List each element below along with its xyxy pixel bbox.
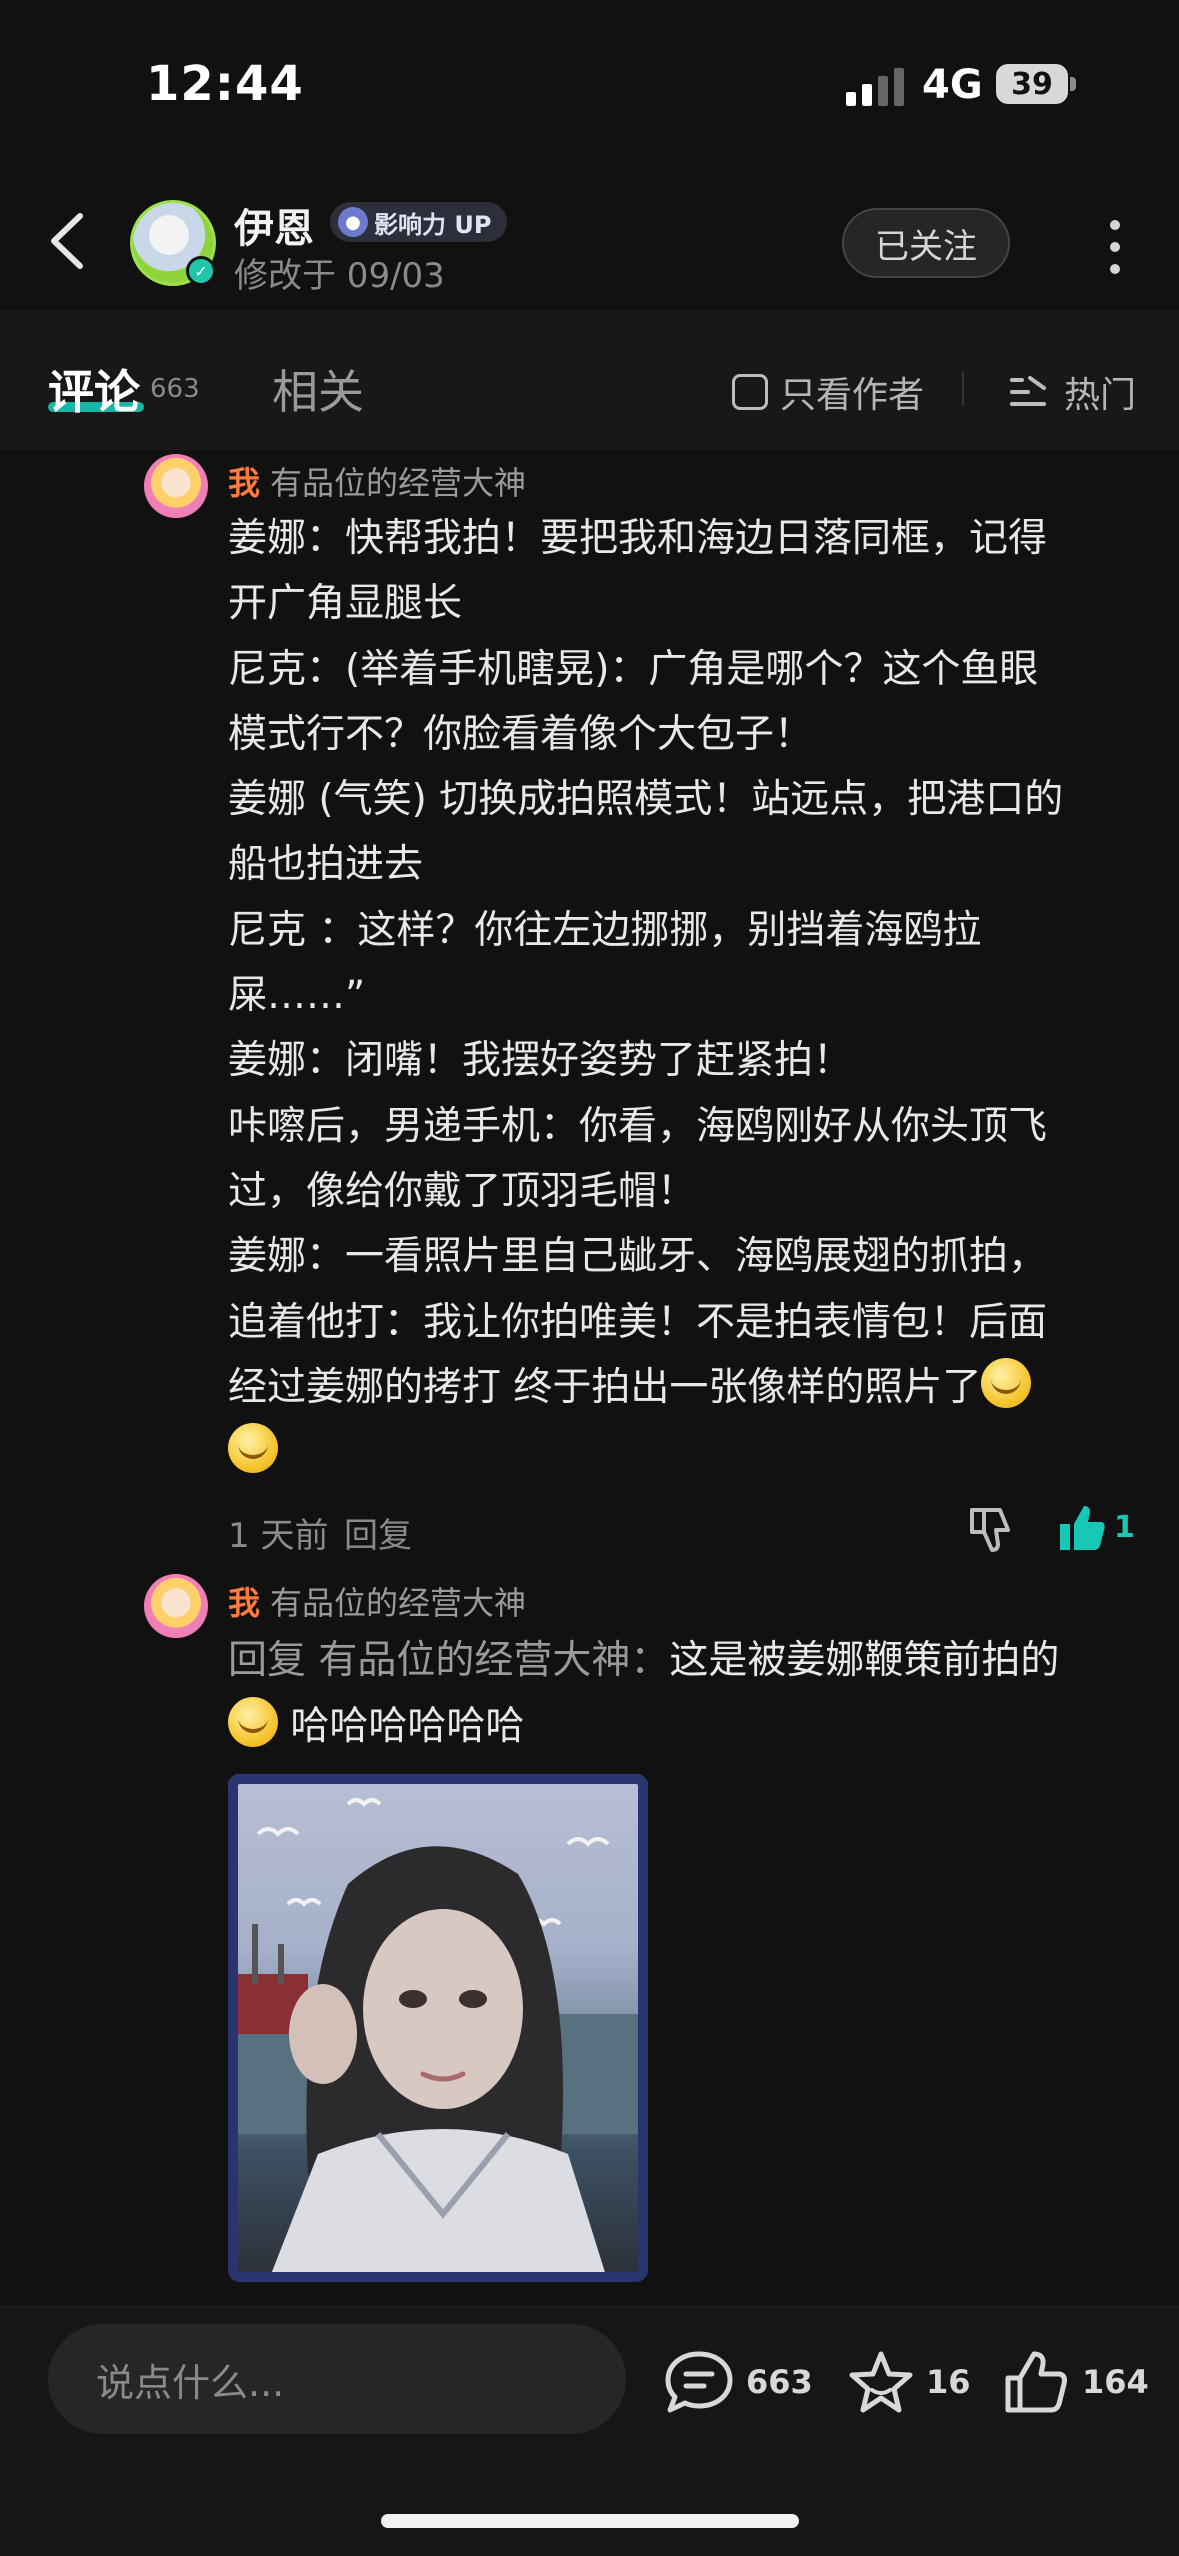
attached-photo[interactable] bbox=[228, 1774, 648, 2282]
checkbox-icon[interactable] bbox=[732, 374, 768, 410]
comment-count: 663 bbox=[746, 2363, 813, 2401]
status-time: 12:44 bbox=[146, 56, 304, 112]
battery-indicator: 39 bbox=[996, 64, 1076, 104]
like-total-count: 164 bbox=[1082, 2363, 1149, 2401]
comment-line: 姜娜 (气笑) 切换成拍照模式！站远点，把港口的 bbox=[228, 777, 1064, 823]
badge-label: 影响力 UP bbox=[374, 210, 492, 239]
comment-line: 经过姜娜的拷打 终于拍出一张像样的照片了 bbox=[228, 1364, 982, 1410]
thumb-up-icon bbox=[1005, 2351, 1067, 2413]
edit-time: 修改于 09/03 bbox=[234, 256, 445, 296]
influence-badge: ● 影响力 UP bbox=[330, 202, 508, 242]
author-name[interactable]: 伊恩 bbox=[234, 196, 314, 254]
comment-line: 尼克：(举着手机瞎晃)：广角是哪个？这个鱼眼 bbox=[228, 646, 1039, 692]
comment-time: 1 天前 bbox=[228, 1516, 329, 1556]
tab-comments[interactable]: 评论 bbox=[48, 356, 140, 422]
me-tag: 我 bbox=[228, 1584, 261, 1622]
star-icon bbox=[849, 2351, 913, 2413]
dislike-icon[interactable] bbox=[966, 1504, 1016, 1554]
sort-button[interactable]: 热门 bbox=[1008, 366, 1136, 418]
reply-line: 哈哈哈哈哈哈 bbox=[290, 1704, 525, 1749]
comment-header: 我 有品位的经营大神 bbox=[228, 1578, 526, 1624]
follow-button[interactable]: 已关注 bbox=[842, 208, 1010, 278]
tab-related[interactable]: 相关 bbox=[272, 356, 364, 422]
comment-line: 姜娜：一看照片里自己龇牙、海鸥展翅的抓拍， bbox=[228, 1234, 1048, 1280]
smirk-emoji-icon bbox=[228, 1697, 278, 1747]
sort-hot-icon bbox=[1010, 376, 1046, 406]
commenter-avatar[interactable] bbox=[144, 1574, 208, 1638]
divider bbox=[962, 372, 964, 406]
like-icon[interactable] bbox=[1056, 1502, 1108, 1554]
comment-icon bbox=[665, 2351, 733, 2413]
comment-line: 姜娜：快帮我拍！要把我和海边日落同框，记得 bbox=[228, 516, 1048, 561]
reply-prefix: 回复 有品位的经营大神： bbox=[228, 1638, 670, 1683]
smirk-emoji-icon bbox=[981, 1357, 1032, 1408]
favorite-count: 16 bbox=[926, 2363, 971, 2401]
more-icon[interactable] bbox=[1100, 214, 1130, 274]
comment-line: 姜娜：闭嘴！我摆好姿势了赶紧拍！ bbox=[228, 1038, 853, 1084]
comment-line: 模式行不？你脸看着像个大包子！ bbox=[228, 711, 814, 757]
like-button[interactable]: 164 bbox=[1004, 2350, 1149, 2414]
comment-line: 尼克 ：这样？你往左边挪挪，别挡着海鸥拉 bbox=[228, 907, 982, 953]
only-author-label: 只看作者 bbox=[780, 375, 925, 416]
favorite-button[interactable]: 16 bbox=[848, 2350, 971, 2414]
comment-input[interactable]: 说点什么... bbox=[48, 2324, 626, 2434]
reply-button[interactable]: 回复 bbox=[344, 1508, 412, 1557]
reply-line: 这是被姜娜鞭策前拍的 bbox=[669, 1638, 1060, 1683]
only-author-toggle[interactable]: 只看作者 bbox=[732, 366, 924, 418]
sort-label: 热门 bbox=[1064, 375, 1137, 416]
comment-button[interactable]: 663 bbox=[664, 2350, 813, 2414]
person-icon: ● bbox=[338, 207, 368, 237]
like-count: 1 bbox=[1114, 1510, 1135, 1545]
battery-level: 39 bbox=[996, 64, 1068, 104]
reply-text[interactable]: 回复 有品位的经营大神：这是被姜娜鞭策前拍的 哈哈哈哈哈哈 bbox=[228, 1628, 1148, 1760]
comment-username[interactable]: 有品位的经营大神 bbox=[270, 458, 526, 504]
verified-icon: ✓ bbox=[186, 256, 216, 286]
home-indicator[interactable] bbox=[381, 2514, 799, 2528]
smirk-emoji-icon bbox=[228, 1423, 278, 1474]
comment-line: 过，像给你戴了顶羽毛帽！ bbox=[228, 1168, 697, 1214]
comment-line: 屎……” bbox=[228, 973, 366, 1019]
signal-icon bbox=[846, 68, 904, 106]
comment-line: 追着他打：我让你拍唯美！不是拍表情包！后面 bbox=[228, 1299, 1048, 1345]
me-tag: 我 bbox=[228, 464, 261, 502]
comment-username[interactable]: 有品位的经营大神 bbox=[270, 1578, 526, 1624]
comment-header: 我 有品位的经营大神 bbox=[228, 458, 526, 504]
tab-comments-count: 663 bbox=[150, 374, 200, 404]
comment-text[interactable]: 姜娜：快帮我拍！要把我和海边日落同框，记得 开广角显腿长 尼克：(举着手机瞎晃)… bbox=[228, 506, 1128, 1485]
network-label: 4G bbox=[922, 62, 983, 108]
back-arrow-icon[interactable] bbox=[40, 206, 96, 276]
commenter-avatar[interactable] bbox=[144, 454, 208, 518]
comment-line: 开广角显腿长 bbox=[228, 581, 463, 627]
comment-line: 咔嚓后，男递手机：你看，海鸥刚好从你头顶飞 bbox=[228, 1103, 1048, 1149]
comment-line: 船也拍进去 bbox=[228, 842, 424, 888]
